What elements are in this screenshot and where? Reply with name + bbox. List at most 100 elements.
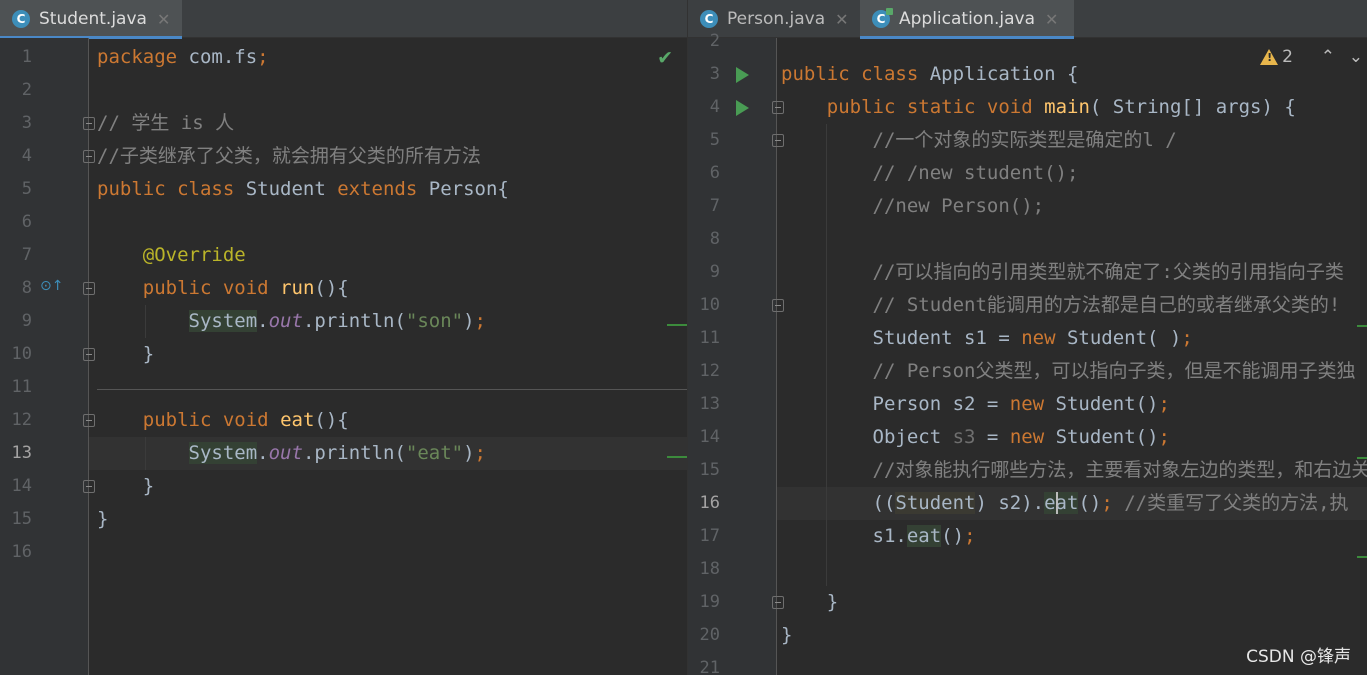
override-method-icon[interactable]: ⊙↑ <box>40 278 64 298</box>
line-number: 7 <box>21 245 32 265</box>
line-number: 15 <box>11 509 32 529</box>
code-line[interactable]: 12 // Person父类型，可以指向子类，但是不能调用子类独 <box>688 355 1367 388</box>
code-line[interactable]: 8 public void run(){ <box>0 272 687 305</box>
line-number: 12 <box>11 410 32 430</box>
code-line[interactable]: 19 } <box>688 586 1367 619</box>
code-text: public void eat(){ <box>142 409 349 431</box>
line-number: 14 <box>699 427 720 447</box>
run-icon[interactable] <box>736 100 749 116</box>
code-line[interactable]: 15} <box>0 503 687 536</box>
code-text: // Person父类型，可以指向子类，但是不能调用子类独 <box>872 360 1356 382</box>
code-text: } <box>97 343 155 365</box>
line-number: 11 <box>699 328 720 348</box>
line-number: 6 <box>709 163 720 183</box>
code-text: Student s1 = new Student( ); <box>781 327 1193 349</box>
code-line[interactable]: 18 <box>688 553 1367 586</box>
fold-marker-icon[interactable] <box>83 414 95 427</box>
java-class-icon: C <box>12 10 30 28</box>
code-line[interactable]: 13 Person s2 = new Student(); <box>688 388 1367 421</box>
code-line[interactable]: 9 System.out.println("son"); <box>0 305 687 338</box>
line-number: 10 <box>11 344 32 364</box>
editor-tabbar-left: C Student.java ✕ <box>0 0 687 39</box>
tab-label: Student.java <box>39 9 147 29</box>
indent-guide <box>145 305 146 338</box>
code-line[interactable]: 6 // /new student(); <box>688 157 1367 190</box>
warning-icon <box>1260 49 1279 65</box>
indent-guide <box>826 124 827 586</box>
code-text: Person s2 = new Student(); <box>781 393 1170 415</box>
code-line[interactable]: 6 <box>0 206 687 239</box>
fold-marker-icon[interactable] <box>772 134 784 147</box>
code-line[interactable]: 5 //一个对象的实际类型是确定的l / <box>688 124 1367 157</box>
code-text: } <box>97 508 109 530</box>
code-line[interactable]: 16 ((Student) s2).eat(); //类重写了父类的方法,执 <box>688 487 1367 520</box>
previous-highlight-icon[interactable]: ⌃ <box>1321 47 1335 67</box>
code-line[interactable]: 16 <box>0 536 687 569</box>
code-line[interactable]: 3 // 学生 is 人 <box>0 107 687 140</box>
fold-marker-icon[interactable] <box>83 117 95 130</box>
code-text: s1.eat(); <box>781 525 976 547</box>
line-number: 5 <box>709 130 720 150</box>
line-number: 4 <box>709 97 720 117</box>
code-line[interactable]: 7 //new Person(); <box>688 190 1367 223</box>
change-marker[interactable] <box>1357 325 1367 327</box>
code-line[interactable]: 7 @Override <box>0 239 687 272</box>
code-line[interactable]: 4 //子类继承了父类，就会拥有父类的所有方法 <box>0 140 687 173</box>
line-number: 6 <box>21 212 32 232</box>
code-line[interactable]: 10 // Student能调用的方法都是自己的或者继承父类的! <box>688 289 1367 322</box>
run-icon[interactable] <box>736 67 749 83</box>
code-line[interactable]: 2 <box>0 74 687 107</box>
code-line[interactable]: 11 <box>0 371 687 404</box>
line-number: 16 <box>699 493 720 513</box>
code-text: //一个对象的实际类型是确定的l / <box>872 129 1177 151</box>
code-text: //new Person(); <box>872 195 1045 217</box>
code-line[interactable]: 15 //对象能执行哪些方法，主要看对象左边的类型，和右边关 <box>688 454 1367 487</box>
line-number: 3 <box>21 113 32 133</box>
next-highlight-icon[interactable]: ⌄ <box>1349 47 1363 67</box>
warnings-indicator[interactable]: 2 <box>1260 47 1293 67</box>
code-text: // 学生 is 人 <box>97 112 235 134</box>
code-line[interactable]: 5 public class Student extends Person{ <box>0 173 687 206</box>
line-number: 16 <box>11 542 32 562</box>
fold-marker-icon[interactable] <box>83 348 95 361</box>
line-number: 2 <box>709 31 720 51</box>
line-number: 12 <box>699 361 720 381</box>
line-number: 13 <box>699 394 720 414</box>
code-line[interactable]: 4 public static void main( String[] args… <box>688 91 1367 124</box>
code-line[interactable]: 13 System.out.println("eat"); <box>0 437 687 470</box>
code-text: public static void main( String[] args) … <box>826 96 1296 118</box>
code-line[interactable]: 1 package com.fs; <box>0 41 687 74</box>
fold-marker-icon[interactable] <box>83 282 95 295</box>
code-text: public class Student extends Person{ <box>97 178 509 200</box>
code-line[interactable]: 11 Student s1 = new Student( ); <box>688 322 1367 355</box>
code-text: } <box>97 475 155 497</box>
fold-marker-icon[interactable] <box>772 596 784 609</box>
warnings-count: 2 <box>1282 47 1293 67</box>
close-icon[interactable]: ✕ <box>157 10 170 29</box>
change-marker[interactable] <box>1357 556 1367 558</box>
fold-marker-icon[interactable] <box>772 299 784 312</box>
change-marker[interactable] <box>1357 457 1367 459</box>
code-line[interactable]: 10 } <box>0 338 687 371</box>
line-number: 14 <box>11 476 32 496</box>
tab-student-java[interactable]: C Student.java ✕ <box>0 0 182 39</box>
editor-pane-application[interactable]: C Person.java ✕ C Application.java ✕ 23p… <box>688 0 1367 675</box>
code-line[interactable]: 14 } <box>0 470 687 503</box>
code-line[interactable]: 12 public void eat(){ <box>0 404 687 437</box>
no-problems-check-icon[interactable]: ✔ <box>657 47 673 69</box>
fold-marker-icon[interactable] <box>83 480 95 493</box>
code-line[interactable]: 9 //可以指向的引用类型就不确定了:父类的引用指向子类 <box>688 256 1367 289</box>
code-line[interactable]: 14 Object s3 = new Student(); <box>688 421 1367 454</box>
change-marker[interactable] <box>667 324 687 326</box>
line-number: 10 <box>699 295 720 315</box>
fold-marker-icon[interactable] <box>83 150 95 163</box>
change-marker[interactable] <box>667 456 687 458</box>
code-text: } <box>781 591 839 613</box>
code-line[interactable]: 8 <box>688 223 1367 256</box>
fold-marker-icon[interactable] <box>772 101 784 114</box>
code-text: } <box>781 624 793 646</box>
code-line[interactable]: 17 s1.eat(); <box>688 520 1367 553</box>
line-number: 2 <box>21 80 32 100</box>
code-text: //对象能执行哪些方法，主要看对象左边的类型，和右边关 <box>872 459 1367 481</box>
editor-pane-student[interactable]: C Student.java ✕ 1 package com.fs; 2 3 // 学生… <box>0 0 687 675</box>
